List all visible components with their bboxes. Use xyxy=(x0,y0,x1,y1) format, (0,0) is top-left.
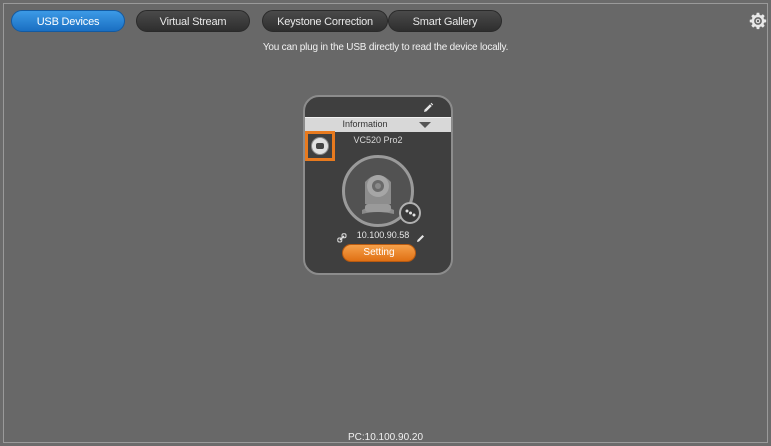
device-card: Information VC520 Pro2 10.100.90.58 Sett… xyxy=(303,95,453,275)
tab-smart-gallery[interactable]: Smart Gallery xyxy=(388,10,502,32)
zoom-icon[interactable] xyxy=(399,202,421,224)
information-dropdown[interactable]: Information xyxy=(305,117,451,132)
tab-virtual-stream[interactable]: Virtual Stream xyxy=(136,10,250,32)
ip-row: 10.100.90.58 xyxy=(305,230,451,243)
camera-icon xyxy=(311,137,329,155)
link-icon xyxy=(337,230,347,243)
camera-select-icon[interactable] xyxy=(305,131,335,161)
chevron-down-icon xyxy=(419,122,431,128)
pencil-icon[interactable] xyxy=(422,101,434,113)
pc-address: PC:10.100.90.20 xyxy=(347,432,424,443)
setting-button[interactable]: Setting xyxy=(342,244,416,262)
usb-hint-text: You can plug in the USB directly to read… xyxy=(262,42,509,53)
device-ip: 10.100.90.58 xyxy=(356,230,410,240)
information-label: Information xyxy=(342,119,388,129)
tab-keystone-correction[interactable]: Keystone Correction xyxy=(262,10,388,32)
tab-usb-devices[interactable]: USB Devices xyxy=(11,10,125,32)
gear-icon[interactable] xyxy=(749,12,767,30)
pencil-icon[interactable] xyxy=(416,230,426,242)
